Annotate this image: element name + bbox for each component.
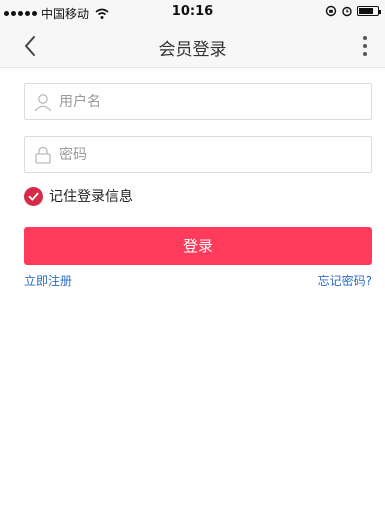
forgot-password-link[interactable]: 忘记密码? (318, 272, 372, 289)
remember-login[interactable]: 记住登录信息 (24, 186, 133, 206)
password-field (24, 136, 372, 173)
page-title: 会员登录 (158, 40, 227, 60)
battery-icon (357, 6, 381, 16)
username-input[interactable] (59, 84, 359, 119)
register-link[interactable]: 立即注册 (24, 272, 72, 289)
user-icon (34, 94, 52, 112)
lock-icon (35, 146, 51, 164)
rotation-lock-icon (325, 5, 337, 17)
nav-bar: 会员登录 (0, 24, 385, 68)
remember-checkbox[interactable] (24, 186, 43, 206)
login-button[interactable]: 登录 (24, 227, 372, 265)
remember-label: 记住登录信息 (49, 189, 133, 205)
status-right (325, 5, 381, 17)
username-field (24, 83, 372, 120)
password-input[interactable] (59, 137, 359, 172)
checkmark-icon (28, 192, 39, 200)
status-bar: 中国移动 10:16 (0, 0, 385, 24)
more-vertical-icon[interactable] (361, 34, 369, 58)
alarm-icon (342, 6, 352, 17)
